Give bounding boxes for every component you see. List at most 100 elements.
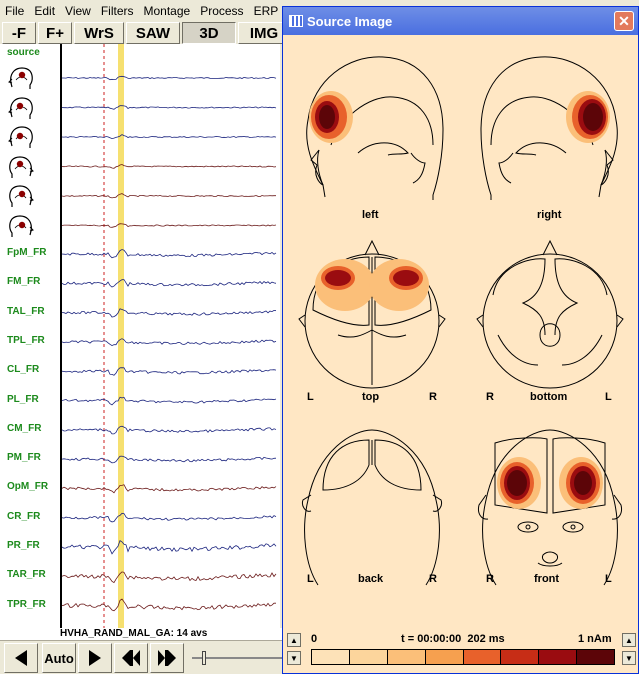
trace-line [61, 598, 276, 612]
toolbar: -F F+ WrS SAW 3D IMG [0, 22, 300, 44]
menu-filters[interactable]: Filters [96, 4, 139, 18]
source-head-icon[interactable] [8, 154, 34, 180]
prev-button[interactable] [4, 643, 38, 673]
cursor-band [118, 44, 124, 628]
scale-min-label: 0 [311, 633, 318, 645]
scale-swatch [501, 650, 540, 664]
close-button[interactable]: ✕ [614, 11, 634, 31]
back-side-left: L [307, 573, 314, 585]
channel-label: PM_FR [7, 452, 41, 464]
next-button[interactable] [78, 643, 112, 673]
view-label-back: back [358, 573, 384, 585]
source-head-icon[interactable] [8, 213, 34, 239]
scale-swatch [349, 650, 388, 664]
saw-button[interactable]: SAW [126, 22, 180, 44]
source-head-icon[interactable] [8, 124, 34, 150]
trace-line [61, 164, 277, 169]
view-label-top: top [362, 391, 380, 403]
bottom-side-right: L [605, 391, 612, 403]
menu-view[interactable]: View [60, 4, 96, 18]
source-head-icon[interactable] [8, 183, 34, 209]
source-head-icon[interactable] [8, 95, 34, 121]
source-image-window: Source Image ✕ left right L top R R bott… [282, 6, 639, 674]
scale-swatch [577, 650, 614, 664]
menu-process[interactable]: Process [195, 4, 248, 18]
top-view-head [298, 239, 446, 389]
top-side-left: L [307, 391, 314, 403]
activation-front [497, 457, 603, 509]
spin-up-right[interactable]: ▲ [622, 633, 636, 647]
window-titlebar[interactable]: Source Image ✕ [283, 7, 638, 35]
slider-thumb[interactable] [202, 651, 206, 665]
channel-label: TAR_FR [7, 569, 46, 581]
filter-minus-button[interactable]: -F [2, 22, 36, 44]
trace-line [61, 338, 277, 347]
trace-line [61, 279, 277, 288]
menu-file[interactable]: File [0, 4, 29, 18]
channel-label: TPL_FR [7, 334, 45, 346]
view-label-bottom: bottom [530, 391, 568, 403]
channel-label: FM_FR [7, 276, 41, 288]
spin-down-left[interactable]: ▼ [287, 651, 301, 665]
head-icon [9, 155, 34, 178]
head-icon [8, 67, 33, 89]
view-label-right: right [537, 209, 562, 221]
trace-line [61, 105, 277, 110]
channel-label: FpM_FR [7, 247, 47, 258]
3d-button[interactable]: 3D [182, 22, 236, 44]
time-slider[interactable] [192, 649, 292, 667]
menu-erp[interactable]: ERP [249, 4, 284, 18]
trace-line [61, 223, 277, 228]
filter-plus-button[interactable]: F+ [38, 22, 72, 44]
triangle-right-icon [89, 650, 101, 666]
trace-line [61, 308, 277, 318]
step-back-button[interactable] [114, 643, 148, 673]
color-scale-bar [311, 649, 615, 665]
front-side-right: L [605, 573, 612, 585]
scale-max-label: 1 nAm [578, 633, 612, 645]
trace-line [61, 425, 277, 435]
bottom-view-head [476, 239, 624, 389]
slider-track [192, 657, 292, 659]
activation-right [566, 91, 610, 143]
window-title: Source Image [307, 13, 393, 29]
channel-label: PR_FR [7, 540, 40, 551]
head-icon [8, 96, 33, 119]
trace-line [61, 512, 277, 523]
auto-button[interactable]: Auto [42, 643, 76, 673]
back-side-right: R [429, 573, 437, 585]
eeg-trace-panel[interactable]: source FpM_FR FM_FR TAL_FR TPL_FR CL_FR PL_FR… [0, 44, 280, 628]
head-icon [9, 185, 34, 207]
front-side-left: R [486, 573, 494, 585]
step-forward-button[interactable] [150, 643, 184, 673]
menu-bar: File Edit View Filters Montage Process E… [0, 0, 300, 22]
view-label-front: front [534, 573, 560, 585]
spin-up-left[interactable]: ▲ [287, 633, 301, 647]
navigation-bar: Auto [0, 640, 300, 674]
scale-swatch [463, 650, 502, 664]
trace-line [61, 455, 277, 464]
channel-label: TAL_FR [7, 305, 45, 317]
back-view-head [302, 429, 442, 586]
activation-left [309, 91, 353, 143]
wrs-button[interactable]: WrS [74, 22, 124, 44]
menu-edit[interactable]: Edit [29, 4, 60, 18]
triangle-left-icon [15, 650, 27, 666]
trace-line [61, 571, 277, 584]
spin-down-right[interactable]: ▼ [622, 651, 636, 665]
trace-line [61, 484, 277, 494]
front-view-head [478, 429, 622, 586]
view-label-left: left [362, 209, 379, 221]
scale-swatch [539, 650, 578, 664]
channel-label: TPR_FR [7, 598, 46, 610]
scale-swatch [312, 650, 350, 664]
head-icon [8, 126, 33, 148]
menu-montage[interactable]: Montage [139, 4, 196, 18]
channel-label: PL_FR [7, 393, 39, 405]
app-root: File Edit View Filters Montage Process E… [0, 0, 639, 674]
brain-views: left right L top R R bottom L L back R R… [283, 35, 638, 631]
trace-line [62, 75, 277, 81]
bottom-side-left: R [486, 391, 494, 403]
trace-line [61, 249, 277, 259]
source-head-icon[interactable] [8, 65, 34, 91]
